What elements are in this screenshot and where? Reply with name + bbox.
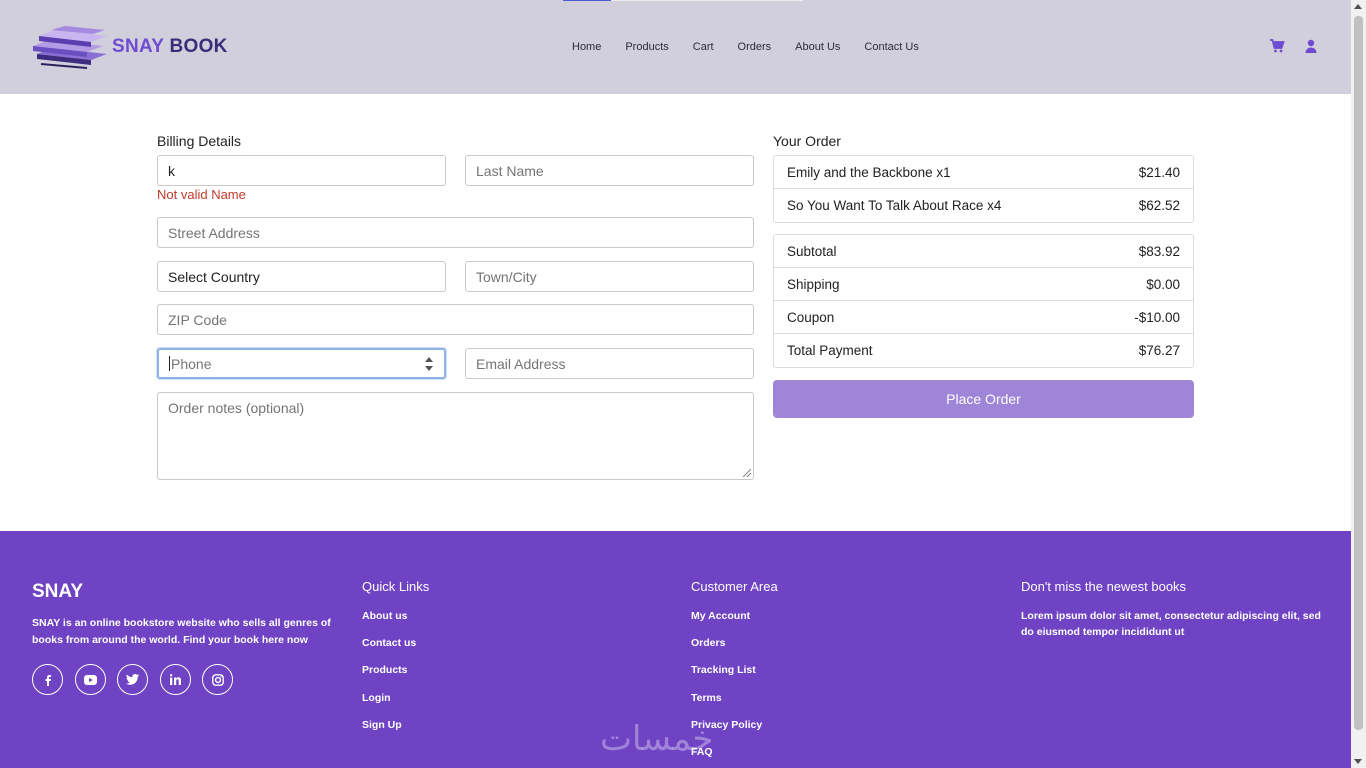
instagram-icon[interactable]	[202, 664, 233, 695]
total-payment-value: $76.27	[1138, 343, 1180, 358]
social-links	[32, 664, 245, 695]
last-name-placeholder: Last Name	[476, 162, 544, 179]
footer-link-terms[interactable]: Terms	[691, 692, 762, 719]
subtotal-value: $83.92	[1138, 243, 1180, 259]
zip-code-field[interactable]: ZIP Code	[157, 304, 754, 335]
billing-title: Billing Details	[157, 133, 242, 149]
site-footer: SNAY SNAY is an online bookstore website…	[0, 531, 1351, 768]
site-header: SNAY BOOK Home Products Cart Orders Abou…	[0, 0, 1351, 94]
email-placeholder: Email Address	[476, 355, 566, 372]
last-name-field[interactable]: Last Name	[465, 155, 754, 186]
total-payment-label: Total Payment	[787, 343, 873, 358]
first-name-error: Not valid Name	[157, 187, 246, 202]
main-nav: Home Products Cart Orders About Us Conta…	[560, 41, 943, 53]
footer-description: SNAY is an online bookstore website who …	[32, 617, 331, 646]
twitter-icon[interactable]	[117, 664, 148, 695]
footer-link-orders[interactable]: Orders	[691, 637, 762, 664]
coupon-row: Coupon -$10.00	[774, 301, 1193, 334]
subtotal-row: Subtotal $83.92	[774, 235, 1193, 268]
zip-code-placeholder: ZIP Code	[168, 311, 227, 328]
phone-field[interactable]: Phone	[157, 348, 446, 379]
footer-link-sign-up[interactable]: Sign Up	[362, 719, 416, 746]
site-logo[interactable]: SNAY BOOK	[31, 24, 228, 70]
footer-brand: SNAY	[32, 581, 84, 602]
newsletter-title: Don't miss the newest books	[1021, 579, 1187, 594]
order-item-name: So You Want To Talk About Race x4	[787, 198, 1002, 213]
coupon-value: -$10.00	[1134, 309, 1180, 325]
linkedin-icon[interactable]	[159, 664, 191, 695]
order-item-name: Emily and the Backbone x1	[787, 164, 951, 180]
first-name-field[interactable]: k	[157, 155, 446, 186]
scrollbar-thumb[interactable]	[1354, 16, 1363, 730]
newsletter-text: Lorem ipsum dolor sit amet, consectetur …	[1021, 610, 1321, 638]
total-payment-row: Total Payment $76.27	[774, 334, 1193, 367]
footer-link-products[interactable]: Products	[362, 664, 416, 691]
order-notes-textarea[interactable]: Order notes (optional)	[157, 392, 754, 480]
footer-link-contact-us[interactable]: Contact us	[362, 637, 416, 664]
shipping-label: Shipping	[787, 276, 840, 292]
coupon-label: Coupon	[787, 309, 835, 325]
nav-orders[interactable]: Orders	[738, 41, 772, 53]
page-scrollbar[interactable]	[1351, 0, 1366, 768]
brand-name-part1: SNAY	[112, 36, 164, 57]
order-item-price: $21.40	[1138, 164, 1180, 180]
subtotal-label: Subtotal	[787, 243, 837, 259]
order-notes-placeholder: Order notes (optional)	[168, 400, 305, 416]
brand-name-part2: BOOK	[169, 36, 228, 57]
street-address-placeholder: Street Address	[168, 224, 260, 241]
country-select-value: Select Country	[168, 268, 260, 285]
quick-links-list: About us Contact us Products Login Sign …	[362, 610, 416, 746]
brand-name: SNAY BOOK	[112, 36, 228, 58]
resize-handle-icon[interactable]	[743, 469, 751, 477]
facebook-icon[interactable]	[32, 664, 63, 695]
country-select[interactable]: Select Country	[157, 261, 446, 292]
youtube-icon[interactable]	[74, 664, 106, 695]
town-city-field[interactable]: Town/City	[465, 261, 754, 292]
footer-link-tracking-list[interactable]: Tracking List	[691, 664, 762, 691]
nav-home[interactable]: Home	[572, 41, 601, 53]
first-name-value: k	[168, 162, 175, 179]
books-logo-icon	[31, 24, 111, 70]
footer-link-about-us[interactable]: About us	[362, 610, 416, 637]
nav-products[interactable]: Products	[625, 41, 668, 53]
footer-link-my-account[interactable]: My Account	[691, 610, 762, 637]
phone-stepper-icon[interactable]	[424, 356, 434, 373]
order-totals-table: Subtotal $83.92 Shipping $0.00 Coupon -$…	[773, 234, 1194, 368]
cart-icon[interactable]	[1269, 38, 1285, 54]
nav-cart[interactable]: Cart	[693, 41, 714, 53]
footer-link-login[interactable]: Login	[362, 692, 416, 719]
watermark-logo: خمسات	[600, 719, 714, 759]
town-city-placeholder: Town/City	[476, 268, 537, 285]
scroll-up-arrow-icon[interactable]	[1354, 4, 1362, 9]
phone-placeholder: Phone	[171, 355, 212, 372]
shipping-row: Shipping $0.00	[774, 268, 1193, 301]
user-icon[interactable]	[1303, 38, 1319, 54]
scroll-down-arrow-icon[interactable]	[1354, 759, 1362, 764]
order-item-price: $62.52	[1138, 198, 1180, 213]
order-title: Your Order	[773, 133, 841, 149]
nav-contact-us[interactable]: Contact Us	[864, 41, 918, 53]
street-address-field[interactable]: Street Address	[157, 217, 754, 248]
text-caret	[169, 356, 170, 371]
shipping-value: $0.00	[1146, 276, 1180, 292]
order-item-row: Emily and the Backbone x1 $21.40	[774, 156, 1193, 189]
nav-about-us[interactable]: About Us	[795, 41, 840, 53]
place-order-button[interactable]: Place Order	[773, 380, 1194, 418]
order-item-row: So You Want To Talk About Race x4 $62.52	[774, 189, 1193, 222]
page-load-progress	[563, 0, 803, 1]
customer-area-title: Customer Area	[691, 579, 778, 594]
email-field[interactable]: Email Address	[465, 348, 754, 379]
order-items-table: Emily and the Backbone x1 $21.40 So You …	[773, 155, 1194, 223]
quick-links-title: Quick Links	[362, 579, 430, 594]
